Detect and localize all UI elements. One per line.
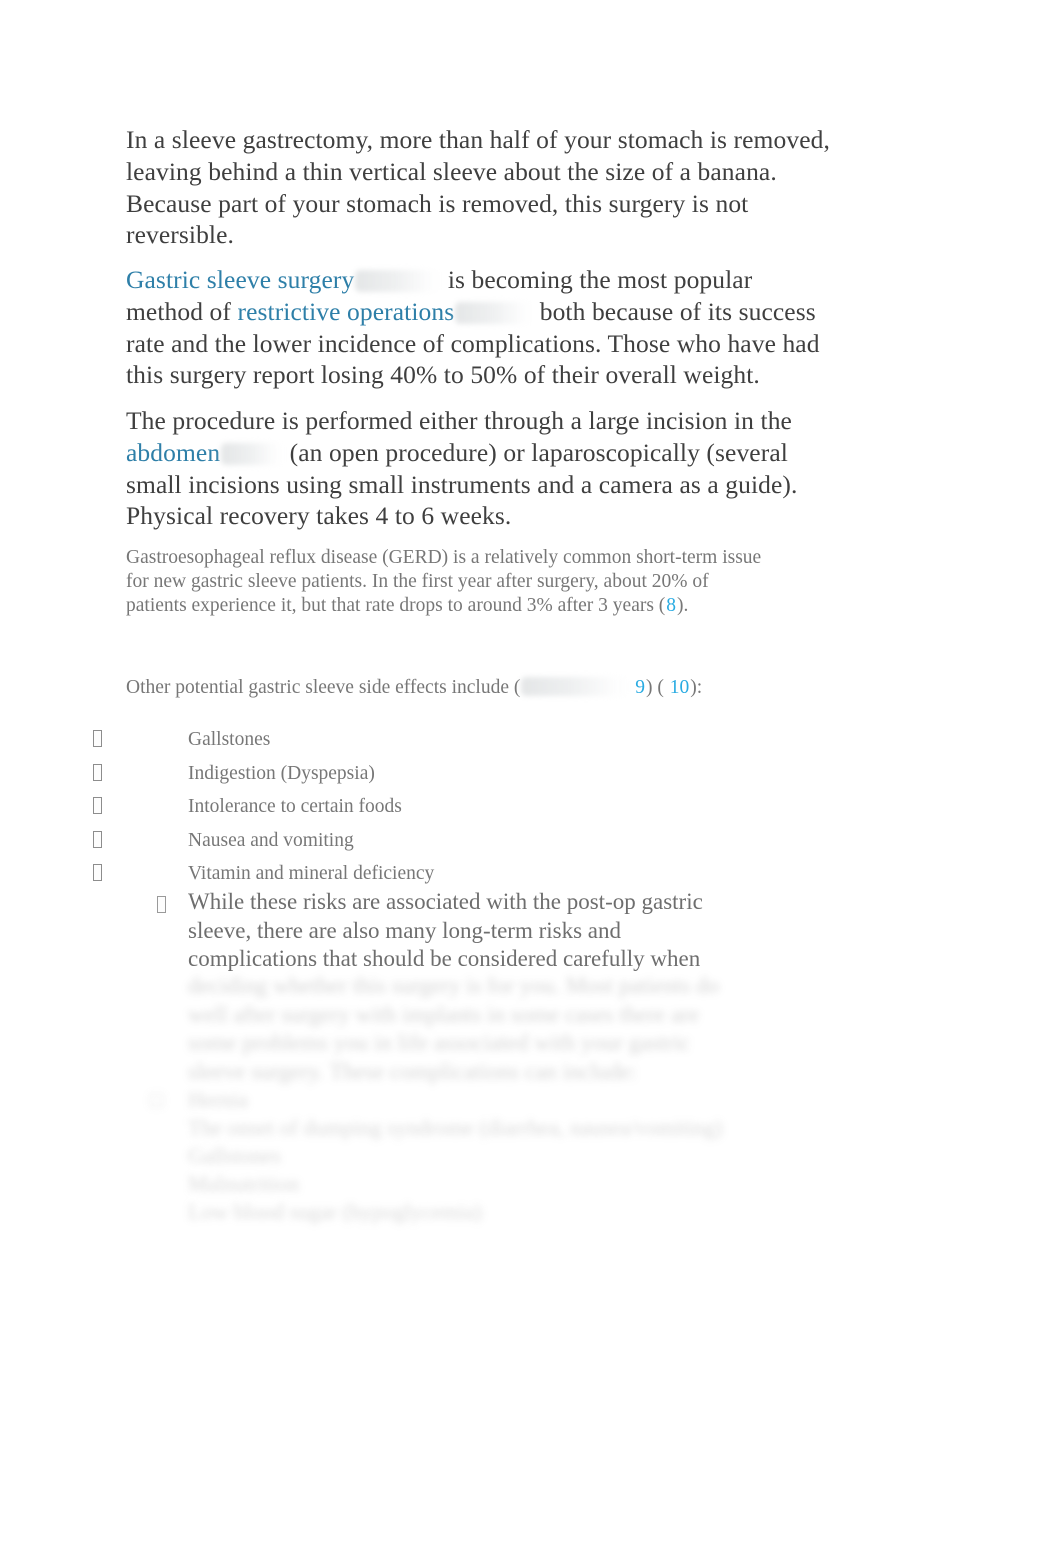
blurred-list-label: Gallstones xyxy=(188,1143,281,1168)
bullet-box-icon xyxy=(93,763,102,781)
link-abdomen[interactable]: abdomen xyxy=(126,438,220,467)
paragraph-gerd-tail: ). xyxy=(677,595,689,616)
bullet-box-icon xyxy=(93,730,102,747)
link-restrictive-operations[interactable]: restrictive operations xyxy=(238,297,455,326)
reference-link-8[interactable]: 8 xyxy=(665,595,677,616)
list-item-label: Vitamin and mineral deficiency xyxy=(188,863,435,884)
link-highlight-smudge-4 xyxy=(521,677,630,696)
list-item-label: Nausea and vomiting xyxy=(188,829,354,851)
blurred-line: deciding whether this surgery is for you… xyxy=(188,973,720,998)
sub-note-text: While these risks are associated with th… xyxy=(188,889,703,971)
side-effects-list: Gallstones Indigestion (Dyspepsia) Intol… xyxy=(0,723,900,891)
list-item-label: Indigestion (Dyspepsia) xyxy=(188,762,375,784)
blurred-line: sleeve surgery. These complications can … xyxy=(188,1058,637,1084)
blurred-bullet-icon: □ xyxy=(150,1087,164,1112)
blurred-list-label: Hernia xyxy=(188,1087,248,1112)
list-item-label: Intolerance to certain foods xyxy=(188,796,402,817)
blurred-list-label: Malnutrition xyxy=(188,1171,300,1196)
blurred-list-label: The onset of dumping syndrome (diarrhea,… xyxy=(188,1115,723,1140)
list-item[interactable]: Vitamin and mineral deficiency xyxy=(0,857,900,891)
reference-link-9[interactable]: 9 xyxy=(634,677,646,698)
list-item[interactable]: Intolerance to certain foods xyxy=(0,790,900,824)
blurred-list-item: Malnutrition xyxy=(188,1170,950,1198)
paragraph-intro: In a sleeve gastrectomy, more than half … xyxy=(126,124,838,251)
blurred-list-item: Low blood sugar (hypoglycemia) xyxy=(188,1198,950,1226)
side-effects-between: ) ( xyxy=(646,677,664,698)
paragraph-procedure-pre: The procedure is performed either throug… xyxy=(126,406,792,435)
blurred-list-item: □ Hernia xyxy=(150,1086,950,1114)
bullet-box-icon xyxy=(93,797,102,814)
blurred-list: □ Hernia The onset of dumping syndrome (d… xyxy=(150,1086,950,1226)
reference-link-10[interactable]: 10 xyxy=(669,677,691,698)
list-item-label: Gallstones xyxy=(188,729,271,750)
paragraph-gerd: Gastroesophageal reflux disease (GERD) i… xyxy=(126,546,774,618)
sub-bullet-box-icon xyxy=(157,896,166,913)
list-item[interactable]: Gallstones xyxy=(0,723,900,757)
list-item[interactable]: Indigestion (Dyspepsia) xyxy=(0,757,900,791)
paragraph-procedure: The procedure is performed either throug… xyxy=(126,405,826,532)
paragraph-intro-text: In a sleeve gastrectomy, more than half … xyxy=(126,125,830,250)
link-highlight-smudge-2 xyxy=(455,301,534,324)
bullet-box-icon xyxy=(93,864,102,881)
side-effects-lead-text: Other potential gastric sleeve side effe… xyxy=(126,677,521,698)
link-gastric-sleeve-surgery[interactable]: Gastric sleeve surgery xyxy=(126,265,354,294)
bullet-box-icon xyxy=(93,830,102,848)
document-page: In a sleeve gastrectomy, more than half … xyxy=(0,0,1062,1561)
link-highlight-smudge-3 xyxy=(221,442,284,465)
blurred-list-item: The onset of dumping syndrome (diarrhea,… xyxy=(188,1114,950,1142)
list-item[interactable]: Nausea and vomiting xyxy=(0,824,900,858)
paragraph-popularity: Gastric sleeve surgery is becoming the m… xyxy=(126,264,832,391)
blurred-line: well after surgery with implants in some… xyxy=(188,1001,700,1027)
blurred-list-label: Low blood sugar (hypoglycemia) xyxy=(188,1199,482,1224)
blurred-line: some problems you in life associated wit… xyxy=(188,1030,691,1055)
side-effects-tail: ): xyxy=(690,677,703,698)
blurred-list-item: Gallstones xyxy=(188,1142,950,1170)
paragraph-side-effects-lead: Other potential gastric sleeve side effe… xyxy=(126,674,886,700)
blurred-paragraph: deciding whether this surgery is for you… xyxy=(188,972,900,1086)
link-highlight-smudge-1 xyxy=(355,270,442,292)
